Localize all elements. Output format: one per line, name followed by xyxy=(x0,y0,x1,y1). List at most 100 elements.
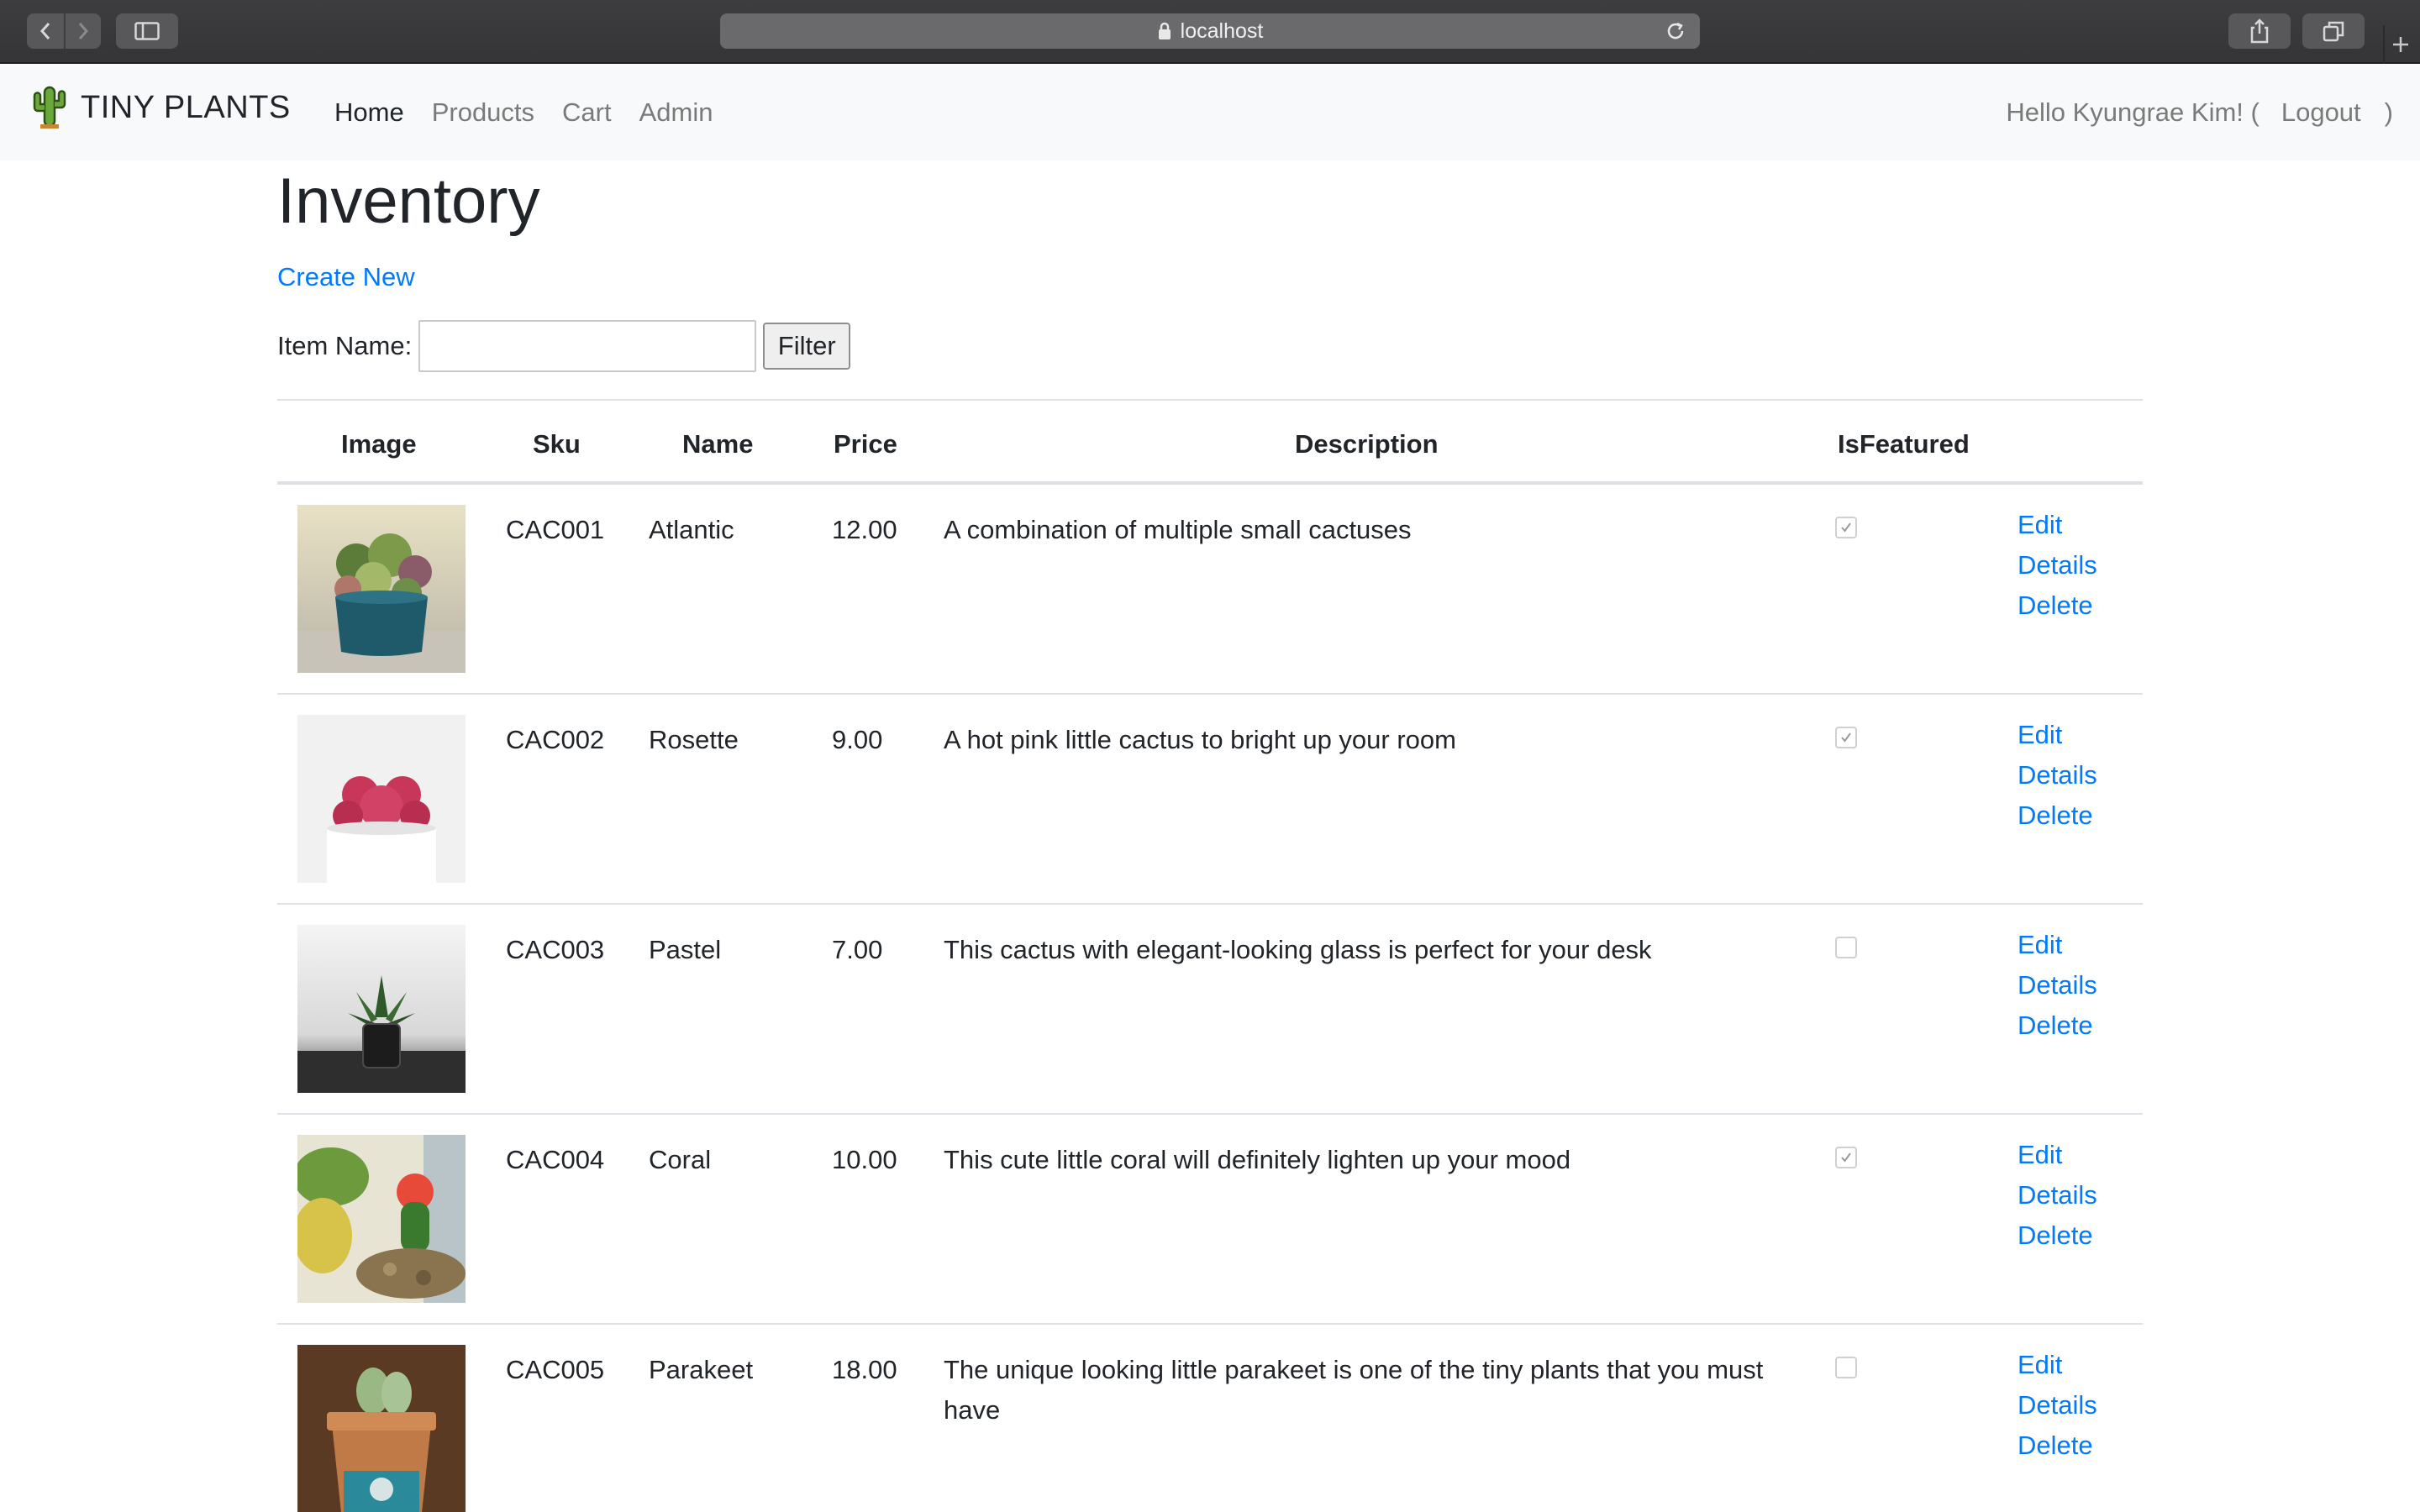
nav-products[interactable]: Products xyxy=(432,97,534,128)
edit-link[interactable]: Edit xyxy=(2018,1345,2097,1385)
product-image xyxy=(297,715,466,883)
product-image xyxy=(297,925,466,1093)
edit-link[interactable]: Edit xyxy=(2018,1135,2097,1175)
item-name-input[interactable] xyxy=(418,320,757,372)
table-row: CAC005 Parakeet 18.00 The unique looking… xyxy=(277,1325,2143,1512)
checkmark-icon xyxy=(1841,522,1851,533)
item-name-label: Item Name: xyxy=(277,331,413,360)
details-link[interactable]: Details xyxy=(2018,1175,2097,1215)
reload-icon[interactable] xyxy=(1665,20,1686,42)
sidebar-toggle-button[interactable] xyxy=(116,13,178,49)
description-cell: This cactus with elegant-looking glass i… xyxy=(944,935,1652,964)
filter-button[interactable]: Filter xyxy=(763,323,851,370)
price-cell: 12.00 xyxy=(832,515,897,544)
delete-link[interactable]: Delete xyxy=(2018,1005,2097,1046)
delete-link[interactable]: Delete xyxy=(2018,1425,2097,1466)
user-greeting: Hello Kyungrae Kim! ( xyxy=(2006,97,2260,127)
name-cell: Pastel xyxy=(649,935,722,964)
sku-cell: CAC001 xyxy=(506,515,605,544)
sku-cell: CAC004 xyxy=(506,1145,605,1174)
lock-icon xyxy=(1158,22,1171,39)
description-cell: A hot pink little cactus to bright up yo… xyxy=(944,725,1456,754)
cactus-logo-icon xyxy=(33,86,66,129)
delete-link[interactable]: Delete xyxy=(2018,1215,2097,1256)
product-image xyxy=(297,505,466,673)
featured-checkbox xyxy=(1835,937,1857,958)
main-nav: Home Products Cart Admin xyxy=(334,97,741,128)
delete-link[interactable]: Delete xyxy=(2018,585,2097,626)
plus-icon xyxy=(2393,37,2408,52)
brand[interactable]: TINY PLANTS xyxy=(30,86,291,129)
create-new-link[interactable]: Create New xyxy=(277,262,415,292)
edit-link[interactable]: Edit xyxy=(2018,925,2097,965)
history-nav xyxy=(27,13,101,49)
chevron-right-icon xyxy=(78,23,89,39)
user-greeting-close: ) xyxy=(2384,97,2393,127)
name-cell: Rosette xyxy=(649,725,739,754)
product-image xyxy=(297,1135,466,1303)
user-area: Hello Kyungrae Kim! ( Logout ) xyxy=(2006,97,2393,128)
nav-home[interactable]: Home xyxy=(334,97,404,128)
description-cell: A combination of multiple small cactuses xyxy=(944,515,1412,544)
address-bar[interactable]: localhost xyxy=(720,13,1700,49)
row-actions: Edit Details Delete xyxy=(2018,505,2097,626)
header-price: Price xyxy=(834,429,897,459)
row-actions: Edit Details Delete xyxy=(2018,1345,2097,1466)
checkmark-icon xyxy=(1841,1152,1851,1163)
delete-link[interactable]: Delete xyxy=(2018,795,2097,836)
logout-link[interactable]: Logout xyxy=(2281,97,2361,128)
product-image xyxy=(297,1345,466,1512)
details-link[interactable]: Details xyxy=(2018,1385,2097,1425)
featured-checkbox xyxy=(1835,517,1857,538)
checkmark-icon xyxy=(1841,732,1851,743)
name-cell: Coral xyxy=(649,1145,712,1174)
tabs-icon xyxy=(2323,21,2344,42)
header-name: Name xyxy=(682,429,754,459)
header-image: Image xyxy=(341,429,417,459)
details-link[interactable]: Details xyxy=(2018,755,2097,795)
chevron-left-icon xyxy=(39,23,50,39)
nav-cart[interactable]: Cart xyxy=(562,97,612,128)
header-sku: Sku xyxy=(533,429,581,459)
header-description: Description xyxy=(1295,429,1439,459)
price-cell: 9.00 xyxy=(832,725,883,754)
description-cell: The unique looking little parakeet is on… xyxy=(944,1355,1764,1425)
tab-overview-button[interactable] xyxy=(2302,13,2365,49)
sku-cell: CAC002 xyxy=(506,725,605,754)
share-button[interactable] xyxy=(2228,13,2291,49)
table-row: CAC003 Pastel 7.00 This cactus with eleg… xyxy=(277,905,2143,1115)
table-header: Image Sku Name Price Description IsFeatu… xyxy=(277,399,2143,485)
back-button[interactable] xyxy=(27,13,64,49)
table-row: CAC004 Coral 10.00 This cute little cora… xyxy=(277,1115,2143,1325)
inventory-table: Image Sku Name Price Description IsFeatu… xyxy=(277,399,2143,1512)
price-cell: 7.00 xyxy=(832,935,883,964)
new-tab-button[interactable] xyxy=(2383,25,2417,64)
row-actions: Edit Details Delete xyxy=(2018,1135,2097,1256)
page-title: Inventory xyxy=(277,165,540,237)
row-actions: Edit Details Delete xyxy=(2018,925,2097,1046)
details-link[interactable]: Details xyxy=(2018,965,2097,1005)
row-actions: Edit Details Delete xyxy=(2018,715,2097,836)
edit-link[interactable]: Edit xyxy=(2018,715,2097,755)
share-icon xyxy=(2250,18,2269,44)
header-isfeatured: IsFeatured xyxy=(1838,429,1970,459)
table-row: CAC002 Rosette 9.00 A hot pink little ca… xyxy=(277,695,2143,905)
price-cell: 10.00 xyxy=(832,1145,897,1174)
edit-link[interactable]: Edit xyxy=(2018,505,2097,545)
featured-checkbox xyxy=(1835,1357,1857,1378)
details-link[interactable]: Details xyxy=(2018,545,2097,585)
featured-checkbox xyxy=(1835,727,1857,748)
filter-form: Item Name: Filter xyxy=(277,320,851,372)
browser-toolbar: localhost xyxy=(0,0,2420,64)
forward-button[interactable] xyxy=(64,13,101,49)
price-cell: 18.00 xyxy=(832,1355,897,1384)
name-cell: Parakeet xyxy=(649,1355,754,1384)
name-cell: Atlantic xyxy=(649,515,734,544)
sku-cell: CAC003 xyxy=(506,935,605,964)
featured-checkbox xyxy=(1835,1147,1857,1168)
description-cell: This cute little coral will definitely l… xyxy=(944,1145,1571,1174)
nav-admin[interactable]: Admin xyxy=(639,97,713,128)
sidebar-icon xyxy=(134,22,160,40)
table-row: CAC001 Atlantic 12.00 A combination of m… xyxy=(277,485,2143,695)
address-text: localhost xyxy=(1180,18,1264,43)
